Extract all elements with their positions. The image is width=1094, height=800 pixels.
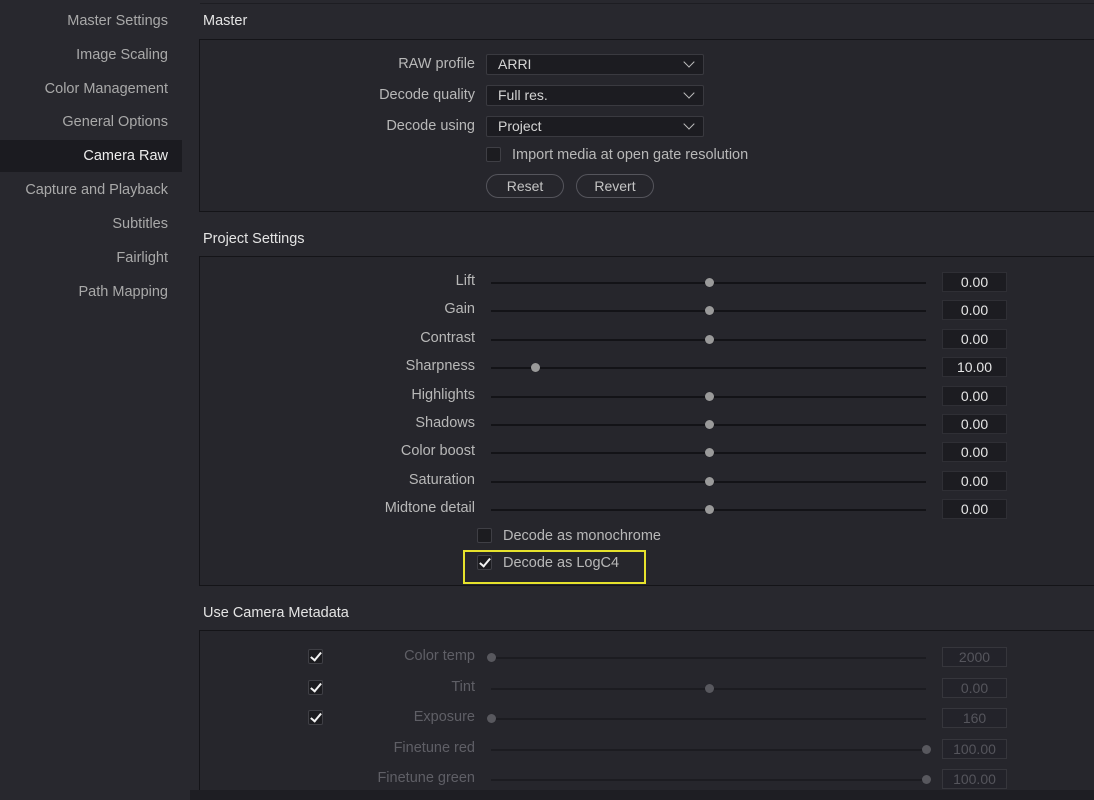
slider-label: Saturation — [408, 472, 475, 488]
slider-label: Highlights — [411, 387, 475, 403]
bottom-edge — [190, 790, 1094, 800]
slider-value-field[interactable]: 0.00 — [942, 329, 1007, 349]
metadata-value-field[interactable]: 100.00 — [942, 739, 1007, 759]
slider-track[interactable] — [491, 363, 926, 372]
metadata-value-field[interactable]: 160 — [942, 708, 1007, 728]
metadata-label: Color temp — [404, 648, 475, 664]
slider-value-field[interactable]: 10.00 — [942, 357, 1007, 377]
sidebar-item-image-scaling[interactable]: Image Scaling — [0, 39, 182, 71]
slider-label: Contrast — [420, 330, 475, 346]
open-gate-label: Import media at open gate resolution — [512, 147, 749, 163]
slider-knob[interactable] — [922, 745, 931, 754]
slider-track[interactable] — [487, 653, 926, 662]
slider-knob[interactable] — [704, 392, 714, 401]
slider-label: Midtone detail — [384, 500, 475, 516]
master-panel: RAW profile ARRI Decode quality Full res… — [199, 39, 1094, 212]
camera-metadata-title: Use Camera Metadata — [203, 605, 349, 621]
slider-track[interactable] — [491, 775, 931, 784]
revert-button[interactable]: Revert — [576, 174, 654, 198]
sidebar-item-master-settings[interactable]: Master Settings — [0, 5, 182, 37]
slider-knob[interactable] — [704, 306, 714, 315]
sidebar-item-fairlight[interactable]: Fairlight — [0, 242, 182, 274]
metadata-value-field[interactable]: 0.00 — [942, 678, 1007, 698]
slider-value-field[interactable]: 0.00 — [942, 272, 1007, 292]
decode-quality-dropdown[interactable]: Full res. — [486, 85, 704, 106]
slider-value-field[interactable]: 0.00 — [942, 386, 1007, 406]
slider-track[interactable] — [487, 714, 926, 723]
slider-track[interactable] — [491, 335, 926, 344]
slider-track[interactable] — [491, 306, 926, 315]
slider-label: Sharpness — [405, 358, 475, 374]
metadata-label: Tint — [451, 679, 475, 695]
slider-track[interactable] — [491, 745, 931, 754]
chevron-down-icon — [683, 118, 695, 130]
metadata-value-field[interactable]: 100.00 — [942, 769, 1007, 789]
open-gate-checkbox[interactable] — [486, 147, 501, 162]
project-settings-title: Project Settings — [203, 231, 305, 247]
slider-value-field[interactable]: 0.00 — [942, 442, 1007, 462]
slider-knob[interactable] — [487, 653, 496, 662]
slider-knob[interactable] — [704, 448, 714, 457]
decode-monochrome-label: Decode as monochrome — [503, 528, 661, 544]
metadata-label: Exposure — [413, 709, 475, 725]
decode-using-value: Project — [498, 118, 542, 134]
sidebar-item-subtitles[interactable]: Subtitles — [0, 208, 182, 240]
raw-profile-label: RAW profile — [398, 56, 475, 72]
metadata-label: Finetune green — [377, 770, 475, 786]
divider — [200, 3, 1094, 4]
settings-content: Master RAW profile ARRI Decode quality F… — [190, 0, 1094, 800]
raw-profile-value: ARRI — [498, 56, 532, 72]
decode-logc4-label: Decode as LogC4 — [503, 555, 620, 571]
slider-label: Lift — [455, 273, 475, 289]
metadata-value-field[interactable]: 2000 — [942, 647, 1007, 667]
slider-track[interactable] — [491, 420, 926, 429]
slider-knob[interactable] — [704, 684, 714, 693]
slider-label: Gain — [444, 301, 475, 317]
sidebar-item-color-management[interactable]: Color Management — [0, 73, 182, 105]
slider-knob[interactable] — [704, 477, 714, 486]
slider-value-field[interactable]: 0.00 — [942, 471, 1007, 491]
slider-knob[interactable] — [704, 335, 714, 344]
sidebar-item-path-mapping[interactable]: Path Mapping — [0, 276, 182, 308]
slider-track[interactable] — [491, 448, 926, 457]
chevron-down-icon — [683, 87, 695, 99]
raw-profile-dropdown[interactable]: ARRI — [486, 54, 704, 75]
decode-using-dropdown[interactable]: Project — [486, 116, 704, 137]
slider-value-field[interactable]: 0.00 — [942, 499, 1007, 519]
slider-label: Color boost — [400, 443, 475, 459]
slider-knob[interactable] — [704, 505, 714, 514]
slider-knob[interactable] — [704, 278, 714, 287]
reset-button[interactable]: Reset — [486, 174, 564, 198]
chevron-down-icon — [683, 56, 695, 68]
sidebar-item-general-options[interactable]: General Options — [0, 106, 182, 138]
slider-knob[interactable] — [530, 363, 540, 372]
slider-knob[interactable] — [704, 420, 714, 429]
slider-track[interactable] — [491, 477, 926, 486]
decode-quality-label: Decode quality — [379, 87, 475, 103]
sidebar-item-camera-raw[interactable]: Camera Raw — [0, 140, 182, 172]
slider-track[interactable] — [491, 505, 926, 514]
slider-value-field[interactable]: 0.00 — [942, 300, 1007, 320]
project-settings-panel: Lift 0.00 Gain 0.00 Contrast 0.00 Sharpness 10.… — [199, 256, 1094, 586]
master-section-title: Master — [203, 13, 248, 29]
slider-label: Shadows — [415, 415, 475, 431]
slider-value-field[interactable]: 0.00 — [942, 414, 1007, 434]
decode-monochrome-checkbox[interactable] — [477, 528, 492, 543]
slider-knob[interactable] — [487, 714, 496, 723]
slider-track[interactable] — [491, 278, 926, 287]
slider-track[interactable] — [491, 684, 926, 693]
settings-sidebar: Master Settings Image Scaling Color Mana… — [0, 0, 182, 800]
metadata-label: Finetune red — [393, 740, 475, 756]
slider-track[interactable] — [491, 392, 926, 401]
decode-quality-value: Full res. — [498, 87, 548, 103]
sidebar-item-capture-and-playback[interactable]: Capture and Playback — [0, 174, 182, 206]
decode-logc4-checkbox[interactable] — [477, 555, 492, 570]
camera-metadata-panel: Color temp 2000 Tint 0.00 Exposure 160 Finetun… — [199, 630, 1094, 800]
slider-knob[interactable] — [922, 775, 931, 784]
decode-using-label: Decode using — [386, 118, 475, 134]
